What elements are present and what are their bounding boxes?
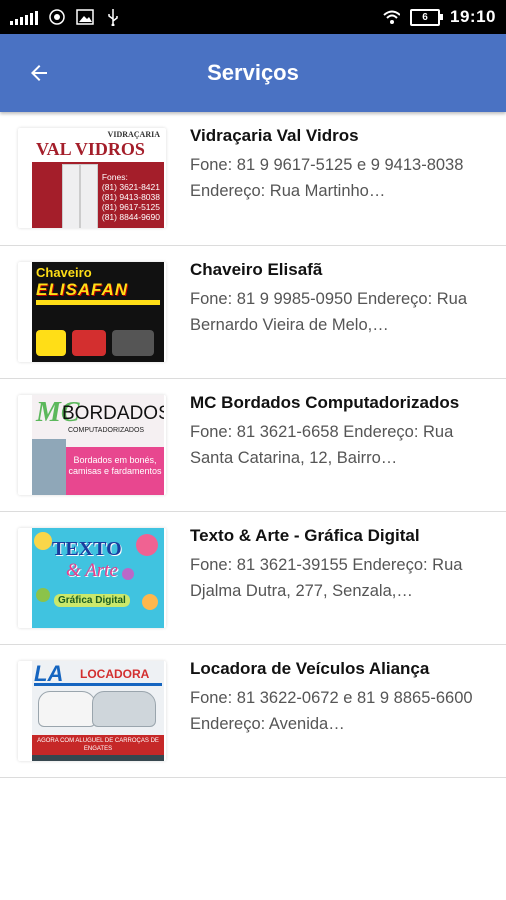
service-thumbnail: VIDRAÇARIA VAL VIDROS Fones: (81) 3621-8…	[18, 128, 166, 228]
status-bar: 6 19:10	[0, 0, 506, 34]
service-name: Chaveiro Elisafã	[190, 260, 323, 279]
list-item[interactable]: LA LOCADORA AGORA COM ALUGUEL DE CARROÇA…	[0, 645, 506, 778]
list-item[interactable]: Chaveiro ELISAFAN Chaveiro Elisafã Fone:…	[0, 246, 506, 379]
list-item[interactable]: MC BORDADOS COMPUTADORIZADOS Bordados em…	[0, 379, 506, 512]
service-thumbnail: MC BORDADOS COMPUTADORIZADOS Bordados em…	[18, 395, 166, 495]
thumb-pink-text: Bordados em bonés, camisas e fardamentos	[66, 447, 164, 495]
image-icon	[76, 8, 94, 26]
wifi-icon	[382, 8, 401, 26]
service-description: Fone: 81 3622-0672 e 81 9 8865-6600 Ende…	[190, 689, 473, 733]
thumb-tagline: VIDRAÇARIA	[107, 130, 160, 139]
divider	[34, 683, 162, 686]
service-name: Locadora de Veículos Aliança	[190, 659, 430, 678]
arrow-back-icon	[31, 65, 47, 81]
list-item[interactable]: TEXTO & Arte Gráfica Digital Texto & Art…	[0, 512, 506, 645]
list-item[interactable]: VIDRAÇARIA VAL VIDROS Fones: (81) 3621-8…	[0, 112, 506, 246]
service-description: Fone: 81 9 9985-0950 Endereço: Rua Berna…	[190, 290, 468, 334]
usb-icon	[104, 8, 122, 26]
service-name: MC Bordados Computadorizados	[190, 393, 460, 412]
service-description: Fone: 81 3621-6658 Endereço: Rua Santa C…	[190, 423, 454, 467]
thumb-phone: (81) 3621-8421	[101, 182, 160, 192]
battery-level: 6	[422, 11, 428, 23]
embroidery-photo	[32, 439, 66, 495]
service-description: Fone: 81 9 9617-5125 e 9 9413-8038 Ender…	[190, 156, 464, 200]
decor-dot	[34, 532, 52, 550]
thumb-sub: COMPUTADORIZADOS	[68, 427, 145, 434]
thumb-brand: BORDADOS	[62, 403, 164, 424]
decor-dot	[36, 588, 50, 602]
thumb-brand: VAL VIDROS	[36, 139, 145, 159]
service-thumbnail: Chaveiro ELISAFAN	[18, 262, 166, 362]
app-bar: Serviços	[0, 34, 506, 112]
thumb-banner: AGORA COM ALUGUEL DE CARROÇAS DE ENGATES	[32, 735, 164, 755]
thumb-line1: TEXTO	[52, 538, 122, 560]
decor-dot	[142, 594, 158, 610]
battery-icon: 6	[410, 8, 444, 26]
signal-icon	[10, 9, 38, 25]
thumb-line1: Chaveiro	[36, 265, 92, 280]
decor-dot	[122, 568, 134, 580]
service-description: Fone: 81 3621-39155 Endereço: Rua Djalma…	[190, 556, 463, 600]
service-thumbnail: LA LOCADORA AGORA COM ALUGUEL DE CARROÇA…	[18, 661, 166, 761]
service-thumbnail: TEXTO & Arte Gráfica Digital	[18, 528, 166, 628]
thumb-phone: (81) 9617-5125	[101, 202, 160, 212]
thumb-phone: (81) 8844-9690	[101, 212, 160, 222]
page-title: Serviços	[207, 60, 299, 85]
thumb-badge: Gráfica Digital	[54, 594, 130, 607]
decor-dot	[136, 534, 158, 556]
service-name: Vidraçaria Val Vidros	[190, 126, 359, 145]
key-tool-graphic	[36, 330, 66, 356]
car-graphic	[92, 691, 156, 727]
footer-strip	[32, 755, 164, 761]
car-graphic	[38, 691, 96, 727]
thumb-phone: (81) 9413-8038	[101, 192, 160, 202]
door-graphic	[62, 164, 80, 228]
service-name: Texto & Arte - Gráfica Digital	[190, 526, 420, 545]
key-tool-graphic	[72, 330, 106, 356]
door-graphic	[80, 164, 98, 228]
do-not-disturb-icon	[48, 8, 66, 26]
back-button[interactable]	[11, 45, 67, 101]
clock: 19:10	[450, 7, 496, 26]
key-tool-graphic	[112, 330, 154, 356]
thumb-line2: ELISAFAN	[36, 280, 129, 299]
thumb-phones-label: Fones:	[101, 172, 128, 182]
thumb-line2: & Arte	[66, 560, 118, 581]
thumb-brand: LOCADORA	[80, 667, 150, 681]
stripe-graphic	[36, 300, 160, 305]
services-list: VIDRAÇARIA VAL VIDROS Fones: (81) 3621-8…	[0, 112, 506, 778]
